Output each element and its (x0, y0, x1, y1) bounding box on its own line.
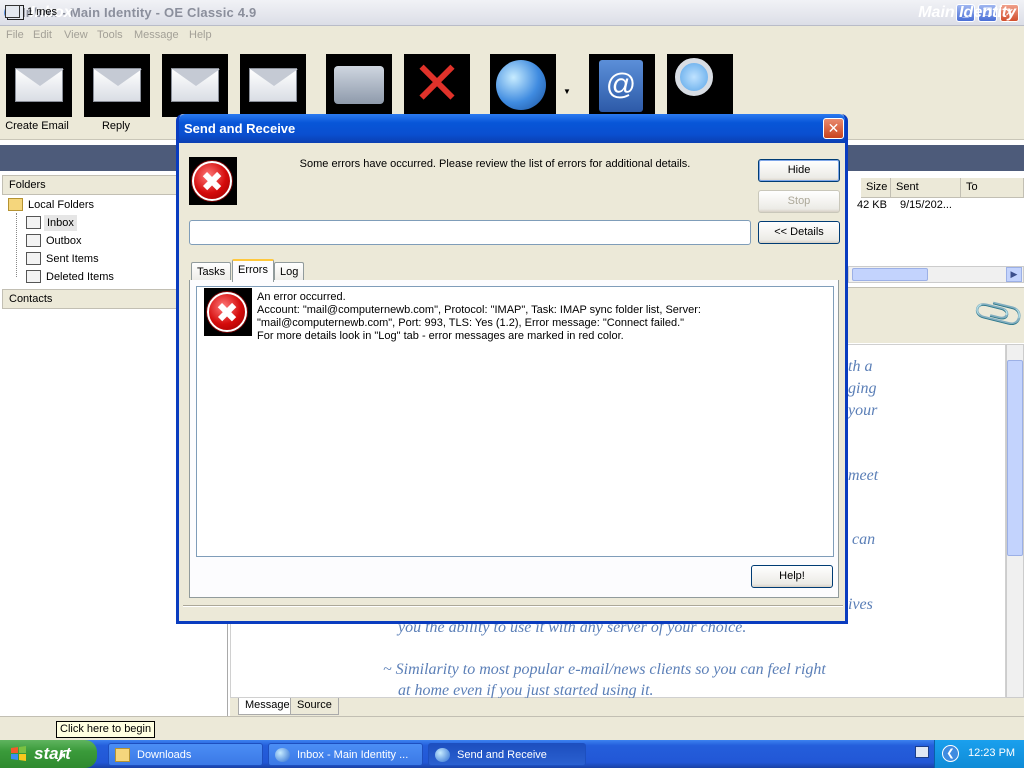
mouse-cursor-icon: ➚ (55, 749, 68, 766)
preview-line: can (852, 531, 876, 548)
windows-flag-icon (10, 746, 27, 762)
envelope-pencil-icon (15, 68, 64, 102)
hide-button[interactable]: Hide (758, 159, 840, 182)
address-book-button[interactable]: @ (589, 54, 655, 117)
send-receive-dropdown-arrow-icon[interactable]: ▼ (563, 87, 571, 96)
globe-icon (435, 748, 450, 762)
start-tooltip: Click here to begin (56, 721, 156, 738)
scroll-right-arrow-icon[interactable]: ▶ (1006, 267, 1022, 282)
tab-errors[interactable]: Errors (232, 259, 274, 282)
menu-help[interactable]: Help (189, 29, 212, 41)
preview-line: ives (848, 596, 873, 613)
preview-line: ging (848, 380, 877, 397)
identity-title: Main Identity (918, 4, 1016, 21)
tab-log[interactable]: Log (274, 262, 305, 281)
sent-items-icon (26, 252, 41, 265)
create-email-label: Create Email (5, 120, 69, 132)
dialog-divider (183, 605, 843, 607)
column-size[interactable]: Size (861, 178, 891, 198)
address-book-icon: @ (599, 60, 643, 112)
message-size-cell[interactable]: 42 KB (857, 199, 887, 211)
globe-icon (275, 748, 290, 762)
preview-line: th a (848, 358, 873, 375)
error-line: For more details look in "Log" tab - err… (257, 330, 624, 342)
help-button[interactable]: Help! (751, 565, 833, 588)
outbox-icon (26, 234, 41, 247)
envelope-reply-icon (93, 68, 142, 102)
menu-edit[interactable]: Edit (33, 29, 52, 41)
keyboard-icon[interactable] (915, 746, 929, 758)
reply-all-button[interactable] (162, 54, 228, 117)
dialog-message: Some errors have occurred. Please review… (299, 158, 691, 170)
create-email-button[interactable] (6, 54, 72, 117)
recycle-icon (26, 270, 41, 283)
delete-button[interactable]: ✕ (404, 54, 470, 117)
progress-bar (189, 220, 751, 245)
error-item-icon-box (204, 288, 252, 336)
tab-source[interactable]: Source (290, 698, 339, 715)
menu-bar: File Edit View Tools Message Help (0, 26, 1024, 45)
folder-icon (8, 198, 23, 211)
tab-message[interactable]: Message (238, 698, 297, 715)
preview-line: ~ Similarity to most popular e-mail/news… (383, 661, 826, 678)
menu-file[interactable]: File (6, 29, 24, 41)
preview-line: your (848, 402, 878, 419)
find-button[interactable] (667, 54, 733, 117)
magnifier-icon (675, 58, 713, 96)
tab-tasks[interactable]: Tasks (191, 262, 232, 281)
dialog-title: Send and Receive (184, 121, 296, 136)
status-inbox-icon (5, 5, 20, 18)
menu-view[interactable]: View (64, 29, 88, 41)
send-receive-button[interactable] (490, 54, 556, 117)
printer-icon (334, 66, 384, 104)
forward-button[interactable] (240, 54, 306, 117)
error-line: An error occurred. (257, 291, 346, 303)
dialog-close-button[interactable]: ✕ (823, 118, 844, 139)
column-sent[interactable]: Sent (891, 178, 961, 198)
folder-icon (115, 748, 130, 762)
details-button[interactable]: << Details (758, 221, 840, 244)
menu-message[interactable]: Message (134, 29, 179, 41)
reply-label: Reply (101, 120, 131, 132)
task-send-receive[interactable]: Send and Receive (428, 743, 586, 766)
vertical-scroll-thumb[interactable] (1007, 360, 1023, 556)
stop-button[interactable]: Stop (758, 190, 840, 213)
error-line: Account: "mail@computernewb.com", Protoc… (257, 304, 701, 316)
error-line: "mail@computernewb.com", Port: 993, TLS:… (257, 317, 685, 329)
message-sent-cell[interactable]: 9/15/202... (900, 199, 952, 211)
menu-tools[interactable]: Tools (97, 29, 123, 41)
print-button[interactable] (326, 54, 392, 117)
reply-button[interactable] (84, 54, 150, 117)
globe-icon (496, 60, 546, 110)
clock: 12:23 PM (968, 747, 1016, 759)
preview-line: meet (848, 467, 879, 484)
preview-tabs: Message Source (230, 698, 1024, 716)
task-inbox-main-identity[interactable]: Inbox - Main Identity ... (268, 743, 423, 766)
inbox-icon (26, 216, 41, 229)
paperclip-icon[interactable]: 📎 (970, 285, 1024, 342)
status-text: 1 mes (27, 6, 57, 18)
tray-expand-icon[interactable]: ❮ (942, 745, 959, 762)
send-receive-dialog: Send and Receive ✕ Some errors have occu… (176, 114, 848, 624)
task-downloads[interactable]: Downloads (108, 743, 263, 766)
error-icon (207, 292, 247, 332)
envelope-reply-all-icon (171, 68, 220, 102)
horizontal-scroll-thumb[interactable] (852, 268, 928, 281)
column-to[interactable]: To (961, 178, 1024, 198)
envelope-forward-icon (249, 68, 298, 102)
delete-x-icon: ✕ (411, 50, 463, 117)
